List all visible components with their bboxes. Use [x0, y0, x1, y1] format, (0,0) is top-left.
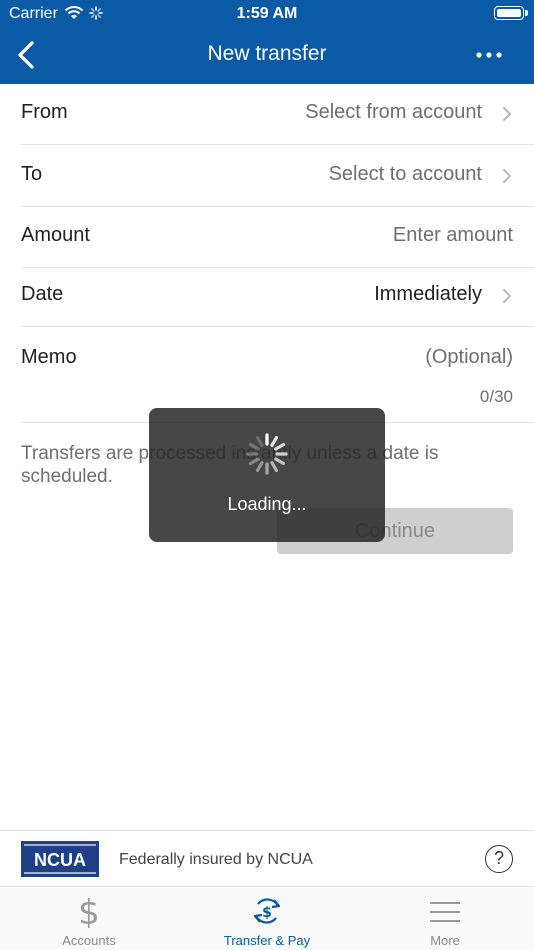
tab-more[interactable]: More [356, 888, 534, 950]
tab-bar: $ Accounts $ Transfer & Pay More [0, 888, 534, 950]
tab-transfer-pay[interactable]: $ Transfer & Pay [178, 888, 356, 950]
memo-label: Memo [21, 346, 77, 368]
loading-spinner-icon [246, 433, 288, 475]
transfer-dollar-icon: $ [253, 898, 281, 924]
chevron-right-icon [503, 169, 512, 183]
tab-accounts[interactable]: $ Accounts [0, 888, 178, 950]
svg-text:$: $ [262, 905, 272, 921]
from-label: From [21, 101, 68, 123]
memo-input[interactable]: (Optional) [425, 346, 513, 369]
battery-icon [494, 6, 528, 20]
ncua-logo-text: NCUA [34, 850, 86, 870]
from-row[interactable]: From Select from account [21, 84, 534, 145]
ncua-text: Federally insured by NCUA [119, 851, 313, 868]
tab-more-label: More [430, 933, 460, 948]
hamburger-icon [430, 902, 460, 922]
amount-input[interactable]: Enter amount [393, 224, 513, 247]
ncua-logo: NCUA [21, 841, 99, 877]
to-label: To [21, 163, 43, 185]
loading-overlay: Loading... [149, 408, 385, 542]
clock: 1:59 AM [236, 5, 298, 22]
amount-row: Amount Enter amount [21, 207, 534, 268]
loading-text: Loading... [227, 494, 307, 514]
chevron-right-icon [503, 289, 512, 303]
amount-label: Amount [21, 224, 90, 246]
ncua-bar: NCUA Federally insured by NCUA ? [0, 830, 534, 887]
tab-accounts-label: Accounts [62, 933, 116, 948]
top-bar: Carrier 1:59 AM New transfer [0, 0, 534, 84]
status-bar: Carrier 1:59 AM [0, 0, 534, 28]
date-label: Date [21, 283, 64, 305]
help-button[interactable]: ? [485, 845, 513, 873]
from-value: Select from account [305, 101, 482, 123]
to-value: Select to account [328, 163, 482, 185]
memo-char-count: 0/30 [479, 387, 513, 406]
tab-transfer-pay-label: Transfer & Pay [223, 933, 311, 948]
svg-text:$: $ [78, 894, 100, 928]
chevron-right-icon [503, 107, 512, 121]
to-row[interactable]: To Select to account [21, 146, 534, 207]
date-row[interactable]: Date Immediately [21, 266, 534, 327]
dollar-icon: $ [78, 894, 100, 928]
page-title: New transfer [207, 42, 327, 65]
more-dots-icon[interactable] [476, 52, 502, 58]
date-value: Immediately [374, 283, 482, 305]
